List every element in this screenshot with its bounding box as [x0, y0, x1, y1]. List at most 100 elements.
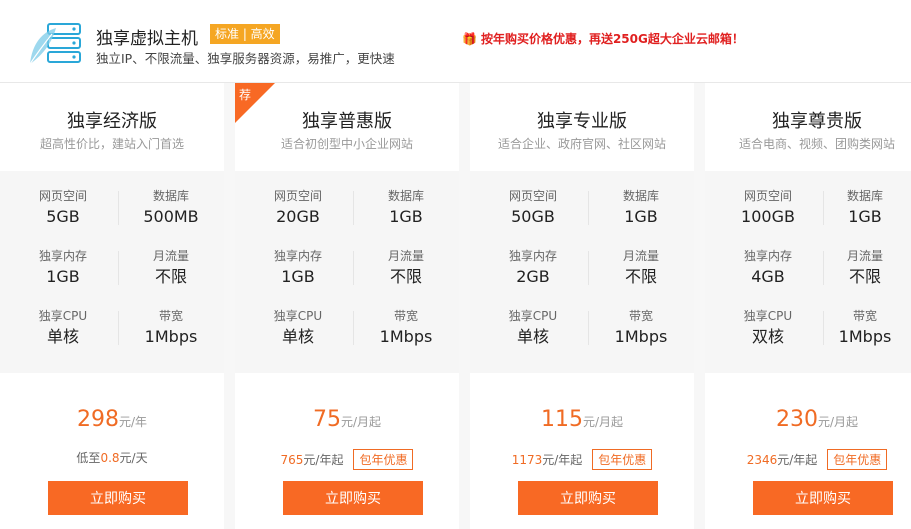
- spec-grid: 网页空间 5GB 数据库 500MB 独享内存 1GB 月流量 不限 独享CPU 单核 带…: [0, 171, 224, 373]
- spec-label: 独享CPU: [38, 309, 88, 323]
- divider: [353, 311, 354, 345]
- price-unit: 元/月起: [340, 415, 382, 429]
- spec-label: 带宽: [158, 309, 183, 323]
- sub-value: 0.8: [100, 451, 120, 465]
- plan-cards: 独享经济版 超高性价比，建站入门首选 网页空间 5GB 数据库 500MB 独享内存…: [0, 83, 911, 529]
- spec-label: 数据库: [387, 189, 424, 203]
- page-title: 独享虚拟主机: [96, 29, 198, 49]
- buy-button-economy[interactable]: 立即购买: [48, 481, 188, 515]
- spec-label: 独享内存: [508, 249, 557, 263]
- spec-grid: 网页空间 50GB 数据库 1GB 独享内存 2GB 月流量 不限 独享CPU 单核 带宽…: [470, 171, 694, 373]
- price-number: 115: [540, 407, 583, 432]
- spec-label: 数据库: [152, 189, 189, 203]
- spec-traffic: 月流量 不限: [586, 249, 696, 286]
- divider: [353, 191, 354, 225]
- spec-label: 网页空间: [743, 189, 792, 203]
- gift-icon: 🎁: [462, 32, 477, 46]
- spec-value: 单核: [46, 327, 79, 346]
- price-number: 230: [775, 407, 818, 432]
- spec-label: 网页空间: [273, 189, 322, 203]
- spec-disk: 网页空间 5GB: [8, 189, 118, 226]
- spec-value: 1Mbps: [614, 327, 668, 346]
- tag-badge: 标准 | 高效: [210, 24, 280, 44]
- spec-value: 单核: [516, 327, 549, 346]
- spec-memory: 独享内存 2GB: [478, 249, 588, 286]
- buy-button-premium[interactable]: 立即购买: [753, 481, 893, 515]
- spec-label: 带宽: [628, 309, 653, 323]
- sub-value: 765: [280, 453, 304, 467]
- spec-label: 网页空间: [508, 189, 557, 203]
- divider: [118, 251, 119, 285]
- price-unit: 元/月起: [582, 415, 624, 429]
- plan-name: 独享尊贵版: [772, 111, 862, 132]
- spec-value: 双核: [751, 327, 784, 346]
- plan-card-premium: 独享尊贵版 适合电商、视频、团购类网站 网页空间 100GB 数据库 1GB 独享内…: [705, 83, 911, 529]
- spec-value: 500MB: [143, 207, 199, 226]
- plan-desc: 适合电商、视频、团购类网站: [738, 137, 895, 151]
- annual-discount-badge: 包年优惠: [353, 449, 414, 470]
- spec-disk: 网页空间 20GB: [243, 189, 353, 226]
- spec-traffic: 月流量 不限: [351, 249, 461, 286]
- spec-label: 独享内存: [273, 249, 322, 263]
- plan-price: 298元/年: [0, 407, 224, 432]
- spec-traffic: 月流量 不限: [116, 249, 226, 286]
- buy-button-value[interactable]: 立即购买: [283, 481, 423, 515]
- spec-disk: 网页空间 50GB: [478, 189, 588, 226]
- sub-suffix: 元/年起: [777, 453, 818, 467]
- sub-suffix: 元/天: [119, 451, 148, 465]
- spec-value: 20GB: [276, 207, 320, 226]
- spec-label: 月流量: [387, 249, 424, 263]
- spec-value: 4GB: [751, 267, 785, 286]
- spec-value: 5GB: [46, 207, 80, 226]
- spec-value: 1Mbps: [144, 327, 198, 346]
- plan-price: 75元/月起: [235, 407, 459, 432]
- sub-value: 1173: [511, 453, 543, 467]
- spec-value: 1GB: [389, 207, 423, 226]
- plan-name: 独享专业版: [537, 111, 627, 132]
- spec-value: 1GB: [281, 267, 315, 286]
- spec-value: 单核: [281, 327, 314, 346]
- spec-db: 数据库 1GB: [351, 189, 461, 226]
- price-unit: 元/月起: [817, 415, 859, 429]
- spec-value: 50GB: [511, 207, 555, 226]
- spec-value: 1Mbps: [838, 327, 892, 346]
- promo-banner[interactable]: 🎁 按年购买价格优惠，再送250G超大企业云邮箱！: [462, 30, 744, 47]
- spec-label: 独享内存: [38, 249, 87, 263]
- spec-value: 不限: [848, 267, 881, 286]
- plan-price: 115元/月起: [470, 407, 694, 432]
- spec-label: 月流量: [622, 249, 659, 263]
- spec-bandwidth: 带宽 1Mbps: [821, 309, 909, 346]
- plan-card-value: 荐 独享普惠版 适合初创型中小企业网站 网页空间 20GB 数据库 1GB 独享内存…: [235, 83, 459, 529]
- buy-button-pro[interactable]: 立即购买: [518, 481, 658, 515]
- divider: [588, 251, 589, 285]
- promo-text: 按年购买价格优惠，再送250G超大企业云邮箱！: [480, 32, 744, 46]
- spec-memory: 独享内存 4GB: [713, 249, 823, 286]
- server-leaf-icon: [29, 23, 81, 65]
- page-subtitle: 独立IP、不限流量、独享服务器资源，易推广，更快速: [96, 51, 395, 66]
- spec-value: 1GB: [46, 267, 80, 286]
- spec-cpu: 独享CPU 单核: [478, 309, 588, 346]
- divider: [823, 251, 824, 285]
- spec-label: 网页空间: [38, 189, 87, 203]
- price-unit: 元/年: [118, 415, 148, 429]
- spec-value: 1GB: [624, 207, 658, 226]
- spec-value: 1Mbps: [379, 327, 433, 346]
- spec-label: 带宽: [852, 309, 877, 323]
- spec-grid: 网页空间 100GB 数据库 1GB 独享内存 4GB 月流量 不限 独享CPU 双核 带…: [705, 171, 911, 373]
- spec-cpu: 独享CPU 单核: [8, 309, 118, 346]
- sub-suffix: 元/年起: [303, 453, 344, 467]
- spec-value: 不限: [154, 267, 187, 286]
- divider: [118, 311, 119, 345]
- spec-disk: 网页空间 100GB: [713, 189, 823, 226]
- spec-label: 数据库: [622, 189, 659, 203]
- divider: [823, 311, 824, 345]
- plan-sub-price: 1173元/年起 包年优惠: [470, 449, 694, 470]
- annual-discount-badge: 包年优惠: [592, 449, 653, 470]
- spec-value: 100GB: [741, 207, 795, 226]
- spec-memory: 独享内存 1GB: [243, 249, 353, 286]
- plan-desc: 超高性价比，建站入门首选: [39, 137, 184, 151]
- spec-db: 数据库 1GB: [821, 189, 909, 226]
- sub-suffix: 元/年起: [542, 453, 583, 467]
- plan-card-pro: 独享专业版 适合企业、政府官网、社区网站 网页空间 50GB 数据库 1GB 独享内…: [470, 83, 694, 529]
- spec-label: 独享内存: [743, 249, 792, 263]
